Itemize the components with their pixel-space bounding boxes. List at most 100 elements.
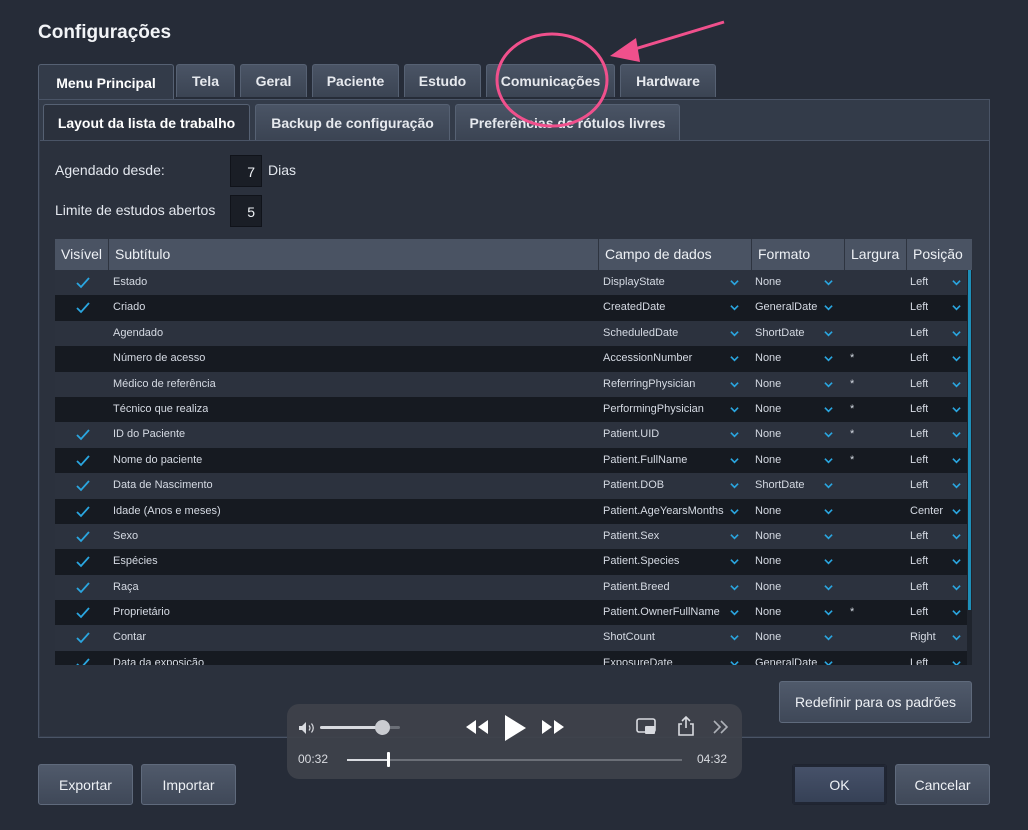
visible-checkbox[interactable] <box>73 600 93 625</box>
table-row[interactable]: Proprietário Patient.OwnerFullName None * Le… <box>55 600 967 626</box>
visible-checkbox[interactable] <box>73 270 93 295</box>
header-visible[interactable]: Visível <box>55 239 109 270</box>
table-row[interactable]: Sexo Patient.Sex None Left <box>55 523 967 550</box>
format-cell[interactable]: None <box>755 575 819 600</box>
width-cell[interactable]: * <box>850 397 854 422</box>
chevron-down-icon[interactable] <box>730 405 739 414</box>
table-row[interactable]: Data da exposição ExposureDate GeneralDate… <box>55 650 967 665</box>
chevron-down-icon[interactable] <box>952 303 961 312</box>
visible-checkbox[interactable] <box>73 625 93 650</box>
subtab-config-backup[interactable]: Backup de configuração <box>255 104 450 140</box>
header-data-field[interactable]: Campo de dados <box>599 239 752 270</box>
volume-icon[interactable] <box>298 721 318 735</box>
table-row[interactable]: Data de Nascimento Patient.DOB ShortDate Le… <box>55 473 967 499</box>
position-cell[interactable]: Left <box>910 448 928 473</box>
tab-hardware[interactable]: Hardware <box>620 64 716 97</box>
play-icon[interactable] <box>503 714 527 742</box>
format-cell[interactable]: None <box>755 372 819 397</box>
position-cell[interactable]: Left <box>910 372 928 397</box>
position-cell[interactable]: Left <box>910 524 928 549</box>
format-cell[interactable]: GeneralDate <box>755 651 819 665</box>
subtitle-cell[interactable]: Médico de referência <box>113 372 216 397</box>
share-icon[interactable] <box>677 715 695 737</box>
chevron-down-icon[interactable] <box>730 481 739 490</box>
table-scrollbar[interactable] <box>968 270 971 610</box>
table-row[interactable]: Contar ShotCount None Right <box>55 625 967 651</box>
chevron-down-icon[interactable] <box>824 557 833 566</box>
visible-checkbox[interactable] <box>73 321 93 346</box>
chevron-down-icon[interactable] <box>730 380 739 389</box>
subtitle-cell[interactable]: Sexo <box>113 524 138 549</box>
position-cell[interactable]: Center <box>910 499 943 524</box>
tab-tela[interactable]: Tela <box>176 64 235 97</box>
chevron-down-icon[interactable] <box>730 557 739 566</box>
chevron-down-icon[interactable] <box>952 430 961 439</box>
table-row[interactable]: Técnico que realiza PerformingPhysician No… <box>55 396 967 423</box>
picture-in-picture-icon[interactable] <box>636 718 658 736</box>
tab-geral[interactable]: Geral <box>240 64 307 97</box>
data-field-cell[interactable]: Patient.Sex <box>603 524 738 549</box>
header-position[interactable]: Posição <box>907 239 972 270</box>
position-cell[interactable]: Left <box>910 549 928 574</box>
table-row[interactable]: Agendado ScheduledDate ShortDate Left <box>55 320 967 347</box>
data-field-cell[interactable]: Patient.Breed <box>603 575 738 600</box>
chevron-down-icon[interactable] <box>952 405 961 414</box>
chevron-down-icon[interactable] <box>952 583 961 592</box>
chevron-down-icon[interactable] <box>730 583 739 592</box>
data-field-cell[interactable]: DisplayState <box>603 270 738 295</box>
progress-handle[interactable] <box>387 752 391 767</box>
chevron-down-icon[interactable] <box>824 659 833 665</box>
table-row[interactable]: Criado CreatedDate GeneralDate Left <box>55 295 967 321</box>
format-cell[interactable]: ShortDate <box>755 321 819 346</box>
position-cell[interactable]: Left <box>910 295 928 320</box>
data-field-cell[interactable]: Patient.Species <box>603 549 738 574</box>
visible-checkbox[interactable] <box>73 372 93 397</box>
reset-defaults-button[interactable]: Redefinir para os padrões <box>779 681 972 723</box>
export-button[interactable]: Exportar <box>38 764 133 805</box>
width-cell[interactable]: * <box>850 422 854 447</box>
visible-checkbox[interactable] <box>73 575 93 600</box>
data-field-cell[interactable]: ScheduledDate <box>603 321 738 346</box>
subtitle-cell[interactable]: Número de acesso <box>113 346 205 371</box>
chevron-down-icon[interactable] <box>730 456 739 465</box>
table-row[interactable]: Nome do paciente Patient.FullName None * Lef… <box>55 447 967 474</box>
subtitle-cell[interactable]: Estado <box>113 270 147 295</box>
visible-checkbox[interactable] <box>73 524 93 549</box>
rewind-icon[interactable] <box>465 719 489 735</box>
chevron-down-icon[interactable] <box>952 507 961 516</box>
chevron-down-icon[interactable] <box>824 456 833 465</box>
chevron-down-icon[interactable] <box>952 481 961 490</box>
chevron-down-icon[interactable] <box>952 659 961 665</box>
visible-checkbox[interactable] <box>73 397 93 422</box>
header-width[interactable]: Largura <box>845 239 907 270</box>
subtitle-cell[interactable]: Criado <box>113 295 145 320</box>
data-field-cell[interactable]: PerformingPhysician <box>603 397 738 422</box>
format-cell[interactable]: None <box>755 549 819 574</box>
import-button[interactable]: Importar <box>141 764 236 805</box>
table-row[interactable]: Número de acesso AccessionNumber None * Left <box>55 346 967 372</box>
chevron-down-icon[interactable] <box>952 278 961 287</box>
chevron-down-icon[interactable] <box>952 633 961 642</box>
table-row[interactable]: Estado DisplayState None Left <box>55 270 967 296</box>
visible-checkbox[interactable] <box>73 499 93 524</box>
chevron-down-icon[interactable] <box>952 557 961 566</box>
chevron-down-icon[interactable] <box>730 532 739 541</box>
data-field-cell[interactable]: ReferringPhysician <box>603 372 738 397</box>
volume-slider[interactable] <box>320 720 400 735</box>
data-field-cell[interactable]: AccessionNumber <box>603 346 738 371</box>
tab-menu-principal[interactable]: Menu Principal <box>38 64 174 100</box>
chevron-down-icon[interactable] <box>730 608 739 617</box>
format-cell[interactable]: None <box>755 270 819 295</box>
format-cell[interactable]: None <box>755 422 819 447</box>
format-cell[interactable]: GeneralDate <box>755 295 819 320</box>
chevron-down-icon[interactable] <box>824 481 833 490</box>
chevron-down-icon[interactable] <box>952 456 961 465</box>
chevron-down-icon[interactable] <box>730 303 739 312</box>
chevron-down-icon[interactable] <box>824 405 833 414</box>
chevron-down-icon[interactable] <box>952 532 961 541</box>
chevron-down-icon[interactable] <box>952 380 961 389</box>
table-row[interactable]: Idade (Anos e meses) Patient.AgeYearsMont… <box>55 498 967 524</box>
position-cell[interactable]: Left <box>910 422 928 447</box>
chevron-down-icon[interactable] <box>824 507 833 516</box>
chevron-down-icon[interactable] <box>952 608 961 617</box>
